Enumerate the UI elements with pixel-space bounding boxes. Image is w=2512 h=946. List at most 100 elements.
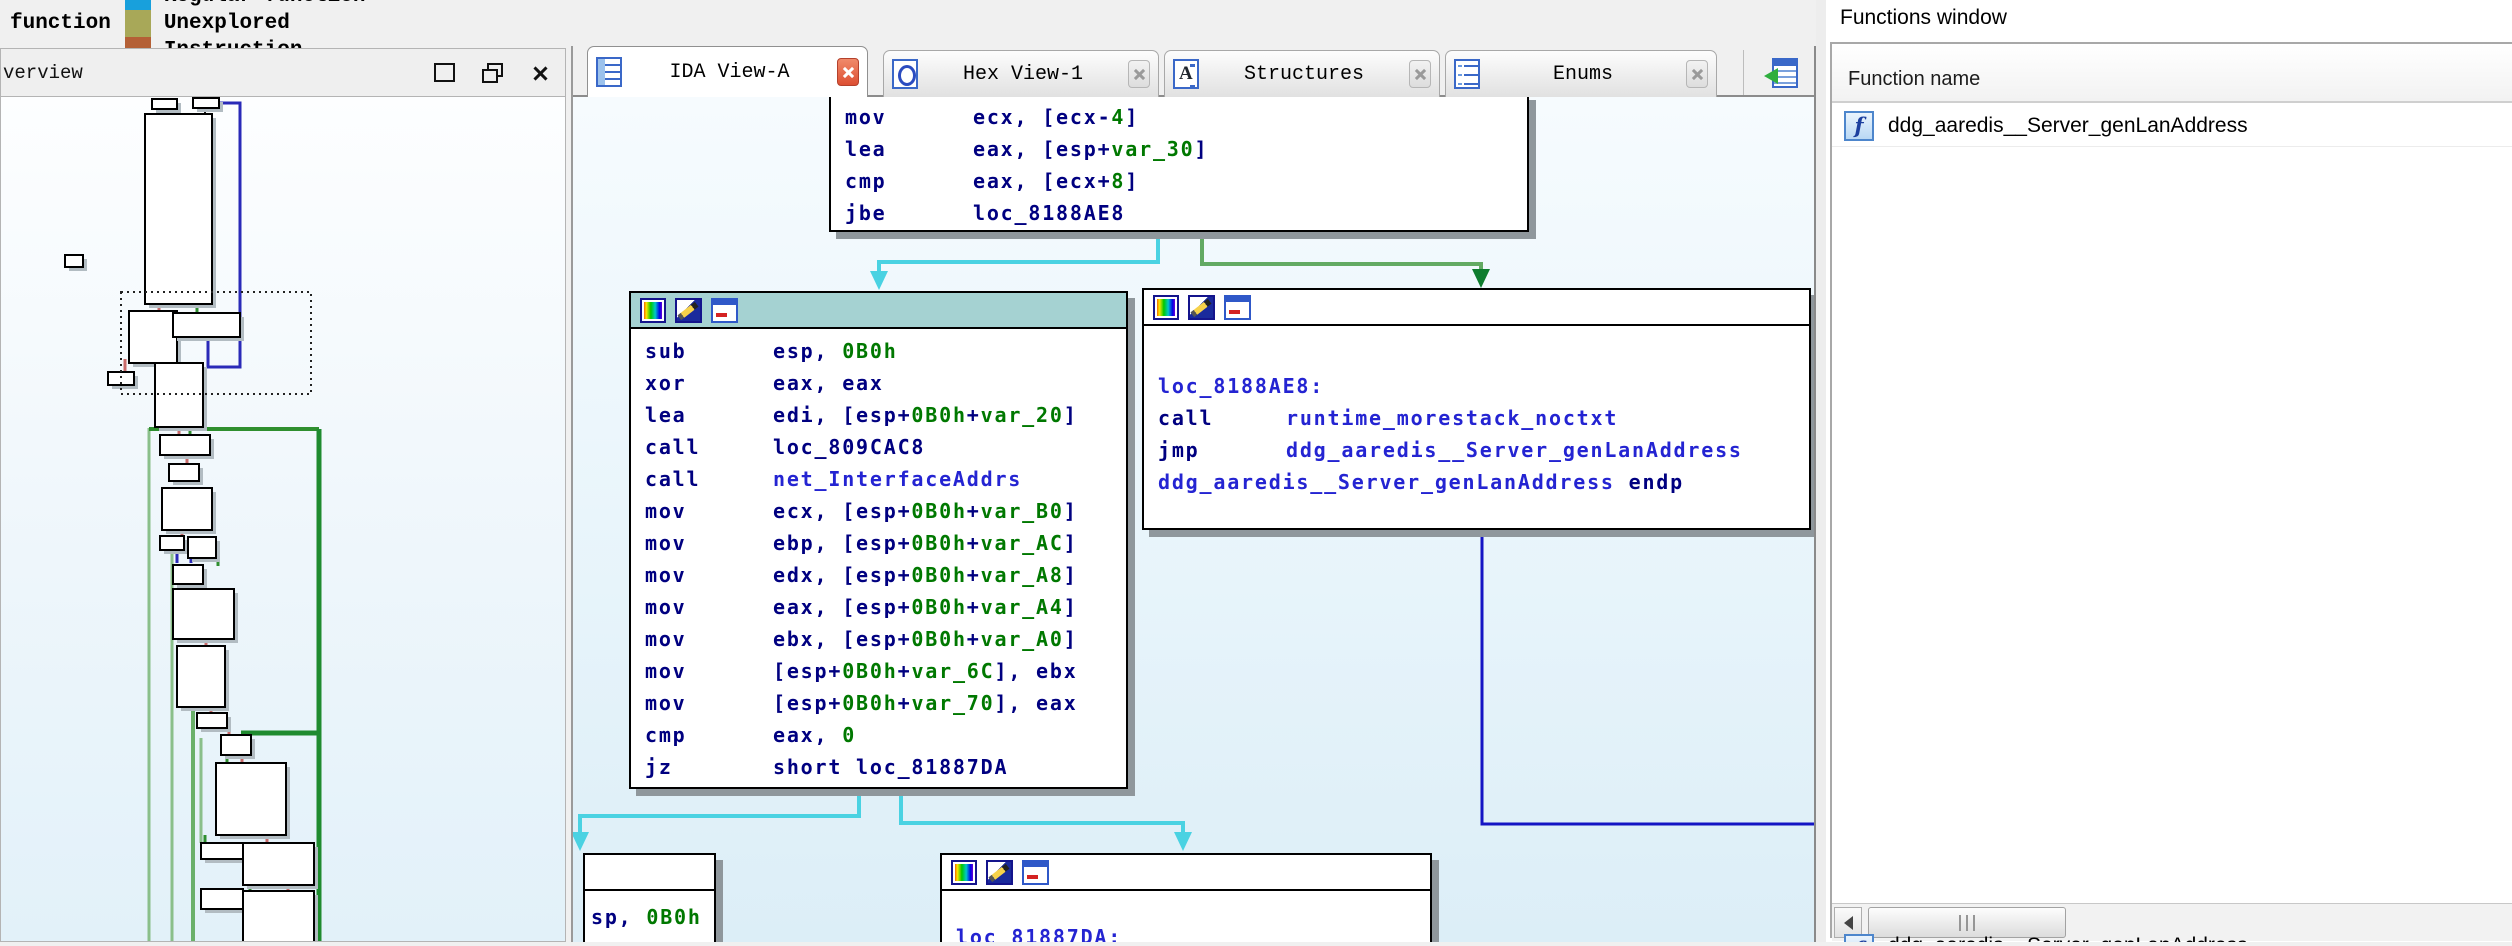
edit-icon[interactable] <box>675 298 702 323</box>
token: + <box>967 499 981 523</box>
block-bottom-left[interactable]: sp, 0B0h <box>583 853 716 942</box>
minimap-node <box>145 114 212 304</box>
mnemonic: call <box>1158 402 1286 434</box>
token: ddg_aaredis__Server_genLanAddress <box>1286 438 1743 462</box>
palette-icon[interactable] <box>640 298 666 323</box>
graph-canvas[interactable]: movecx, [ecx-4]leaeax, [esp+var_30]cmpea… <box>573 97 1814 942</box>
legend-label: Unexplored <box>164 12 290 35</box>
code-line[interactable]: callnet_InterfaceAddrs <box>631 463 1126 495</box>
edge-arrowhead <box>1174 832 1192 851</box>
code-line[interactable]: ddg_aaredis__Server_genLanAddress endp <box>1144 466 1809 498</box>
tab-close-icon[interactable] <box>1686 60 1708 88</box>
tab-close-icon[interactable] <box>1128 60 1150 88</box>
code-line[interactable]: jzshort loc_81887DA <box>631 751 1126 783</box>
jump-view-button[interactable] <box>1759 52 1811 94</box>
minimap-node <box>173 589 234 639</box>
token: 0B0h <box>911 595 966 619</box>
block-titlebar[interactable] <box>942 855 1430 891</box>
mnemonic: mov <box>645 559 773 591</box>
restore-icon[interactable] <box>477 59 507 87</box>
code-line[interactable]: movecx, [esp+0B0h+var_B0] <box>631 495 1126 527</box>
mnemonic: lea <box>845 133 973 165</box>
functions-window: Functions window Function name fddg_aare… <box>1826 0 2512 942</box>
mnemonic: jmp <box>1158 434 1286 466</box>
token: ddg_aaredis__Server_genLanAddress <box>1158 470 1615 494</box>
hex-view-icon <box>892 59 918 89</box>
function-name: ddg_aaredis__Server_genLanAddress <box>1888 934 2248 942</box>
mnemonic: mov <box>645 655 773 687</box>
frame-window-icon[interactable] <box>711 298 738 323</box>
palette-icon[interactable] <box>951 860 977 885</box>
ida-view-icon <box>596 57 622 87</box>
code-line[interactable]: mov[esp+0B0h+var_6C], ebx <box>631 655 1126 687</box>
token: edi, [esp+ <box>773 403 911 427</box>
code-line[interactable]: callloc_809CAC8 <box>631 431 1126 463</box>
tab-ida-view-a[interactable]: IDA View-A <box>587 46 868 97</box>
palette-icon[interactable] <box>1153 295 1179 320</box>
code-line[interactable]: leaeax, [esp+var_30] <box>831 133 1527 165</box>
edit-icon[interactable] <box>1188 295 1215 320</box>
legend-item-unexplored: Unexplored <box>125 10 366 37</box>
overview-titlebar[interactable]: verview <box>1 49 565 97</box>
minimap-graph <box>1 97 565 941</box>
block-titlebar[interactable] <box>1144 290 1809 326</box>
token: ] <box>1064 531 1078 555</box>
overview-minimap[interactable] <box>1 97 565 941</box>
code-line[interactable]: loc_81887DA: <box>942 921 1430 942</box>
token: + <box>967 627 981 651</box>
code-line[interactable]: jbeloc_8188AE8 <box>831 197 1527 229</box>
code-line[interactable]: movebx, [esp+0B0h+var_A0] <box>631 623 1126 655</box>
function-name-column-header[interactable]: Function name <box>1832 44 2512 103</box>
code-line[interactable]: mov[esp+0B0h+var_70], eax <box>631 687 1126 719</box>
block-bottom-center[interactable]: loc_81887DA: <box>940 853 1432 942</box>
edit-icon[interactable] <box>986 860 1013 885</box>
code-line[interactable]: movedx, [esp+0B0h+var_A8] <box>631 559 1126 591</box>
close-icon[interactable] <box>525 59 555 87</box>
tab-close-icon[interactable] <box>837 58 859 86</box>
code-line[interactable]: loc_8188AE8: <box>1144 370 1809 402</box>
mnemonic: mov <box>645 623 773 655</box>
code-line[interactable]: jmpddg_aaredis__Server_genLanAddress <box>1144 434 1809 466</box>
minimap-node <box>197 713 227 728</box>
mnemonic: lea <box>645 399 773 431</box>
frame-window-icon[interactable] <box>1022 860 1049 885</box>
token: net_InterfaceAddrs <box>773 467 1022 491</box>
block-titlebar[interactable] <box>585 855 714 891</box>
token: eax, <box>773 723 842 747</box>
block-top[interactable]: movecx, [ecx-4]leaeax, [esp+var_30]cmpea… <box>829 97 1529 232</box>
token: sp, <box>591 905 646 929</box>
code-line[interactable]: cmpeax, 0 <box>631 719 1126 751</box>
minimap-node <box>243 843 314 885</box>
token: 8 <box>1111 169 1125 193</box>
tab-label: Enums <box>1480 63 1686 86</box>
block-left[interactable]: subesp, 0B0hxoreax, eaxleaedi, [esp+0B0h… <box>629 291 1128 789</box>
code-line[interactable]: movebp, [esp+0B0h+var_AC] <box>631 527 1126 559</box>
minimap-node <box>152 99 177 109</box>
tab-enums[interactable]: Enums <box>1445 50 1717 97</box>
partial-list-row[interactable]: fddg_aaredis__Server_genLanAddress <box>1832 934 2512 942</box>
block-right[interactable]: loc_8188AE8:callruntime_morestack_noctxt… <box>1142 288 1811 530</box>
code-line[interactable]: xoreax, eax <box>631 367 1126 399</box>
code-line[interactable]: movecx, [ecx-4] <box>831 101 1527 133</box>
pane-splitter[interactable] <box>1816 0 1826 942</box>
tab-structures[interactable]: Structures <box>1164 50 1440 97</box>
token: var_A8 <box>981 563 1064 587</box>
overview-window-buttons <box>429 59 565 87</box>
code-line[interactable]: leaedi, [esp+0B0h+var_20] <box>631 399 1126 431</box>
token: ], eax <box>994 691 1077 715</box>
code-line[interactable]: callruntime_morestack_noctxt <box>1144 402 1809 434</box>
function-row-ddg-aaredis-server-genlanaddress[interactable]: fddg_aaredis__Server_genLanAddress <box>1832 105 2512 147</box>
code-line[interactable]: moveax, [esp+0B0h+var_A4] <box>631 591 1126 623</box>
tab-hex-view-1[interactable]: Hex View-1 <box>883 50 1159 97</box>
code-line[interactable]: sp, 0B0h <box>585 901 714 933</box>
code-line[interactable]: cmpeax, [ecx+8] <box>831 165 1527 197</box>
token: eax, [ecx+ <box>973 169 1111 193</box>
mnemonic: sub <box>645 335 773 367</box>
code-line[interactable]: subesp, 0B0h <box>631 335 1126 367</box>
token: ecx, [esp+ <box>773 499 911 523</box>
maximize-icon[interactable] <box>429 59 459 87</box>
token: eax, eax <box>773 371 884 395</box>
frame-window-icon[interactable] <box>1224 295 1251 320</box>
block-titlebar[interactable] <box>631 293 1126 329</box>
tab-close-icon[interactable] <box>1409 60 1431 88</box>
